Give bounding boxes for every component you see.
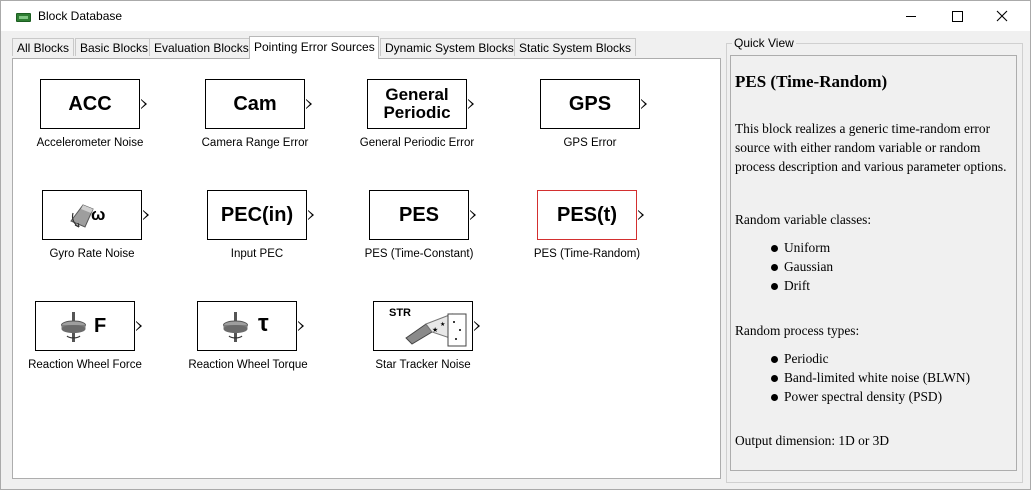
random-process-list: Periodic Band-limited white noise (BLWN)…: [771, 349, 970, 406]
block-label: Accelerometer Noise: [36, 137, 144, 149]
block-text: General Periodic: [368, 86, 466, 122]
block-label: Camera Range Error: [201, 137, 309, 149]
block-label: Reaction Wheel Force: [28, 359, 142, 371]
random-variable-list: Uniform Gaussian Drift: [771, 238, 833, 295]
block-text: PES(t): [557, 204, 617, 226]
output-port-icon: [641, 99, 647, 109]
tab-static-system-blocks[interactable]: Static System Blocks: [514, 38, 637, 56]
list-item: Drift: [771, 276, 833, 295]
minimize-icon: [906, 15, 916, 17]
output-port-icon: [468, 99, 474, 109]
block-label: PES (Time-Constant): [364, 248, 474, 260]
tab-dynamic-system-blocks[interactable]: Dynamic System Blocks: [380, 38, 519, 56]
tab-all-blocks[interactable]: All Blocks: [12, 38, 75, 56]
block-general-periodic-error[interactable]: General Periodic: [367, 79, 474, 129]
maximize-icon: [951, 10, 963, 22]
block-gps-error[interactable]: GPS: [540, 79, 647, 129]
reaction-wheel-icon: [61, 312, 86, 342]
minimize-button[interactable]: [888, 1, 934, 31]
random-variable-heading: Random variable classes:: [735, 212, 872, 227]
block-text: ACC: [68, 93, 112, 115]
block-text: PES: [398, 204, 440, 226]
block-text: F: [94, 315, 107, 337]
block-star-tracker-noise[interactable]: STR ★ ★: [373, 301, 480, 351]
output-port-icon: [136, 321, 142, 331]
star-tracker-icon: ★ ★: [405, 313, 467, 347]
output-port-icon: [474, 321, 480, 331]
block-camera-range-error[interactable]: Cam: [205, 79, 312, 129]
block-label: Star Tracker Noise: [375, 359, 471, 371]
block-accelerometer-noise[interactable]: ACC: [40, 79, 147, 129]
block-text: GPS: [568, 93, 612, 115]
output-port-icon: [306, 99, 312, 109]
window-title: Block Database: [38, 9, 123, 23]
quick-view-description: This block realizes a generic time-rando…: [735, 121, 1007, 174]
list-item: Periodic: [771, 349, 970, 368]
list-item: Band-limited white noise (BLWN): [771, 368, 970, 387]
output-dimension: Output dimension: 1D or 3D: [735, 433, 889, 448]
output-port-icon: [141, 99, 147, 109]
block-text: PEC(in): [220, 204, 294, 226]
output-port-icon: [470, 210, 476, 220]
tab-evaluation-blocks[interactable]: Evaluation Blocks: [149, 38, 254, 56]
block-text: Cam: [233, 93, 277, 115]
block-text: ω: [91, 205, 106, 224]
block-reaction-wheel-torque[interactable]: τ: [197, 301, 304, 351]
output-port-icon: [143, 210, 149, 220]
block-pes-time-constant[interactable]: PES: [369, 190, 476, 240]
block-label: GPS Error: [563, 137, 617, 149]
close-button[interactable]: [979, 1, 1025, 31]
tab-basic-blocks[interactable]: Basic Blocks: [75, 38, 154, 56]
title-bar[interactable]: Block Database: [1, 1, 1030, 31]
tab-pointing-error-sources[interactable]: Pointing Error Sources: [249, 36, 379, 59]
block-label: PES (Time-Random): [533, 248, 641, 260]
block-text: τ: [258, 310, 269, 337]
output-port-icon: [308, 210, 314, 220]
block-gyro-rate-noise[interactable]: ω: [42, 190, 149, 240]
block-panel: ACC Accelerometer Noise Cam Camera Range…: [12, 58, 721, 479]
random-process-heading: Random process types:: [735, 323, 860, 338]
block-database-window: Block Database All Blocks Basic Blocks E…: [0, 0, 1031, 490]
quick-view-panel: PES (Time-Random) This block realizes a …: [730, 55, 1017, 471]
block-pes-time-random[interactable]: PES(t): [537, 190, 644, 240]
list-item: Power spectral density (PSD): [771, 387, 970, 406]
block-label: Reaction Wheel Torque: [188, 359, 308, 371]
svg-text:★: ★: [432, 326, 438, 334]
block-text-line1: General: [385, 85, 449, 104]
block-label: General Periodic Error: [359, 137, 475, 149]
reaction-wheel-icon: [223, 312, 248, 342]
quick-view-legend: Quick View: [732, 36, 796, 50]
output-port-icon: [638, 210, 644, 220]
close-icon: [996, 10, 1008, 22]
output-port-icon: [298, 321, 304, 331]
block-label: Gyro Rate Noise: [49, 248, 135, 260]
block-input-pec[interactable]: PEC(in): [207, 190, 314, 240]
block-reaction-wheel-force[interactable]: F: [35, 301, 142, 351]
app-icon: [16, 13, 31, 22]
svg-text:★: ★: [440, 321, 445, 328]
list-item: Uniform: [771, 238, 833, 257]
block-label: Input PEC: [230, 248, 284, 260]
block-text-line2: Periodic: [383, 103, 451, 122]
maximize-button[interactable]: [934, 1, 980, 31]
quick-view-title: PES (Time-Random): [735, 72, 888, 91]
list-item: Gaussian: [771, 257, 833, 276]
